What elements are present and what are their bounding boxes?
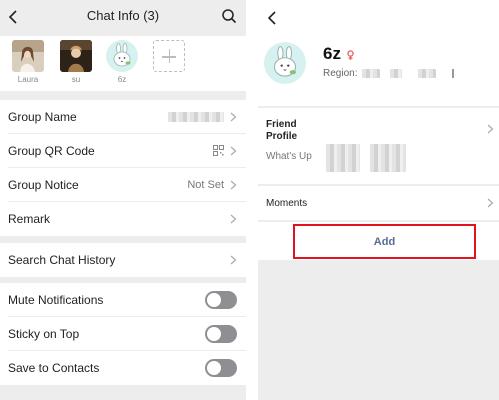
moments-row[interactable]: Moments (258, 186, 499, 220)
group-name-row[interactable]: Group Name (0, 100, 246, 134)
region-label: Region: (323, 68, 358, 79)
member-item[interactable]: 6z (106, 40, 138, 84)
member-item[interactable]: Laura (12, 40, 44, 84)
member-name: su (71, 75, 81, 84)
member-list: Laura su 6z (0, 36, 246, 91)
member-name: 6z (117, 75, 127, 84)
blurred-value (418, 69, 436, 78)
female-icon (347, 50, 354, 60)
chevron-right-icon (230, 112, 237, 122)
avatar (60, 40, 92, 72)
mute-notifications-toggle[interactable] (205, 291, 237, 309)
remark-row[interactable]: Remark (0, 202, 246, 236)
avatar (12, 40, 44, 72)
contact-name: 6z (323, 44, 341, 63)
row-label: Remark (8, 212, 51, 226)
row-label: Save to Contacts (8, 361, 100, 375)
divider (452, 69, 454, 78)
row-label: Search Chat History (8, 253, 116, 267)
avatar[interactable] (264, 42, 306, 84)
row-label: Group Name (8, 110, 77, 124)
profile-header: 6z Region: (258, 0, 499, 106)
row-value: Not Set (187, 179, 224, 191)
chevron-right-icon (487, 198, 494, 208)
mute-notifications-row: Mute Notifications (0, 283, 246, 317)
row-label: Mute Notifications (8, 293, 104, 307)
chevron-right-icon (487, 124, 494, 134)
qr-code-icon (213, 145, 224, 156)
friend-profile-label: Friend Profile (266, 119, 298, 142)
blurred-value (168, 112, 224, 122)
avatar (106, 40, 138, 72)
save-to-contacts-row: Save to Contacts (0, 351, 246, 385)
sticky-on-top-toggle[interactable] (205, 325, 237, 343)
toggle-knob (207, 361, 221, 375)
chevron-left-icon[interactable] (265, 10, 281, 26)
blurred-value (390, 69, 402, 78)
group-qr-code-row[interactable]: Group QR Code (0, 134, 246, 168)
add-contact-button[interactable]: Add (293, 224, 476, 259)
top-bar: Chat Info (3) (0, 0, 246, 36)
row-label: Group QR Code (8, 144, 95, 158)
search-icon[interactable] (221, 8, 237, 24)
chat-info-panel: Chat Info (3) Laura su 6z Group Name Gro… (0, 0, 246, 400)
member-name: Laura (17, 75, 39, 84)
blurred-image (370, 144, 406, 172)
add-member-button[interactable] (153, 40, 185, 72)
blurred-value (362, 69, 380, 78)
row-label: Sticky on Top (8, 327, 80, 341)
toggle-knob (207, 327, 221, 341)
sticky-on-top-row: Sticky on Top (0, 317, 246, 351)
row-label: Group Notice (8, 178, 79, 192)
contact-profile-panel: 6z Region: Friend Profile What's Up Mome… (258, 0, 499, 400)
member-item[interactable]: su (60, 40, 92, 84)
whats-up-label: What's Up (266, 151, 312, 162)
save-to-contacts-toggle[interactable] (205, 359, 237, 377)
chevron-right-icon (230, 214, 237, 224)
moments-label: Moments (266, 198, 308, 209)
page-title: Chat Info (3) (86, 8, 160, 23)
search-chat-history-row[interactable]: Search Chat History (0, 243, 246, 277)
chevron-right-icon (230, 180, 237, 190)
friend-profile-section[interactable]: Friend Profile What's Up (258, 108, 499, 184)
chevron-right-icon (230, 255, 237, 265)
toggle-knob (207, 293, 221, 307)
chevron-right-icon (230, 146, 237, 156)
group-notice-row[interactable]: Group Notice Not Set (0, 168, 246, 202)
blurred-image (326, 144, 360, 172)
